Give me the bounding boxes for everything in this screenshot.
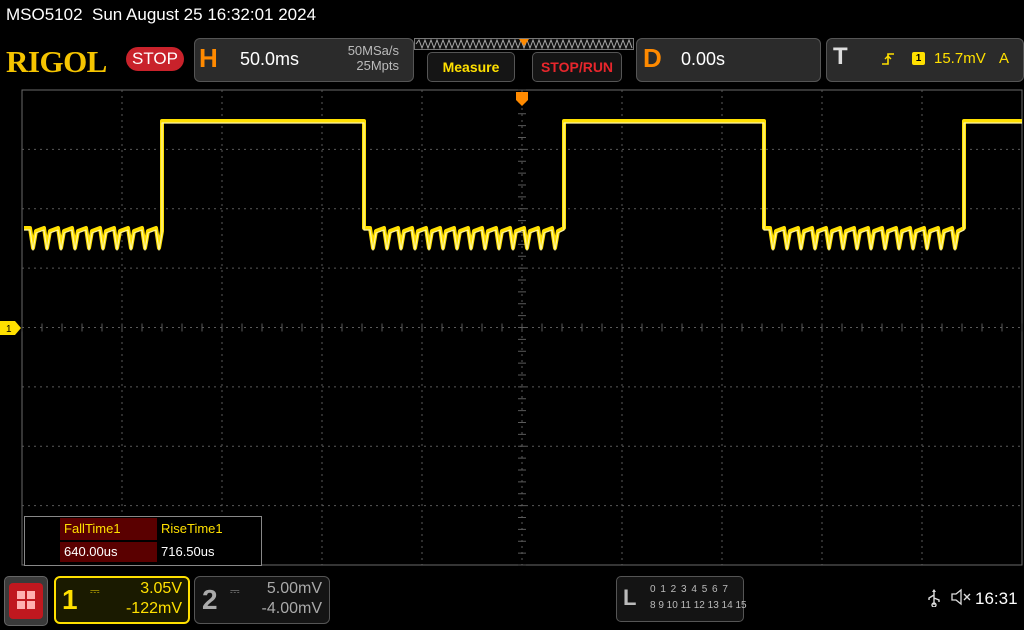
stop-run-button[interactable]: STOP/RUN bbox=[532, 52, 622, 82]
usb-icon bbox=[928, 589, 940, 607]
horizontal-letter: H bbox=[199, 43, 218, 73]
dc-coupling-icon: ⎓ bbox=[230, 584, 240, 598]
measurement-value-risetime: 716.50us bbox=[161, 544, 215, 559]
sample-rate: 50MSa/s bbox=[347, 43, 399, 58]
date-time: Sun August 25 16:32:01 2024 bbox=[92, 5, 317, 24]
channel1-scale: 3.05V bbox=[140, 580, 182, 597]
measure-button[interactable]: Measure bbox=[427, 52, 515, 82]
trigger-time-marker-icon bbox=[516, 92, 528, 106]
delay-panel[interactable] bbox=[636, 38, 821, 82]
channel1-number: 1 bbox=[62, 584, 78, 615]
grid-menu-icon bbox=[9, 583, 43, 619]
title-text: MSO5102 Sun August 25 16:32:01 2024 bbox=[6, 5, 316, 25]
trigger-mode: A bbox=[999, 50, 1010, 67]
trigger-letter: T bbox=[833, 43, 848, 70]
logic-channels-row2: 8 9 10 11 12 13 14 15 bbox=[650, 600, 747, 611]
trigger-position-marker bbox=[519, 39, 529, 46]
delay-value: 0.00s bbox=[681, 49, 726, 69]
home-menu-button[interactable] bbox=[4, 576, 48, 626]
channel1-level-marker[interactable]: 1 bbox=[0, 321, 22, 335]
status-clock: 16:31 bbox=[975, 589, 1018, 608]
logic-letter: L bbox=[623, 585, 637, 610]
logic-channels-row1: 0 1 2 3 4 5 6 7 bbox=[650, 584, 729, 595]
channel1-offset: -122mV bbox=[125, 600, 182, 617]
rigol-logo: RIGOL bbox=[6, 44, 107, 79]
model-name: MSO5102 bbox=[6, 5, 83, 24]
dc-coupling-icon: ⎓ bbox=[90, 584, 100, 598]
waveform-display[interactable] bbox=[20, 88, 1024, 566]
measurement-header-risetime[interactable]: RiseTime1 bbox=[157, 518, 257, 540]
speaker-muted-icon[interactable] bbox=[950, 588, 972, 606]
delay-letter: D bbox=[643, 43, 662, 73]
measurement-value-falltime: 640.00us bbox=[60, 542, 157, 562]
measurement-header-falltime[interactable]: FallTime1 bbox=[60, 518, 157, 540]
rising-edge-icon bbox=[882, 53, 894, 65]
trigger-level: 15.7mV bbox=[934, 50, 986, 67]
timebase-value: 50.0ms bbox=[240, 49, 300, 69]
channel1-marker-label: 1 bbox=[6, 324, 12, 335]
graticule-grid bbox=[21, 89, 1023, 566]
run-state-badge[interactable]: STOP bbox=[126, 47, 184, 71]
trigger-panel[interactable] bbox=[826, 38, 1024, 82]
channel2-number: 2 bbox=[202, 584, 218, 615]
memory-depth: 25Mpts bbox=[356, 58, 399, 73]
channel2-scale: 5.00mV bbox=[266, 580, 322, 597]
channel2-offset: -4.00mV bbox=[261, 600, 322, 617]
trigger-source-badge: 1 bbox=[912, 52, 925, 65]
